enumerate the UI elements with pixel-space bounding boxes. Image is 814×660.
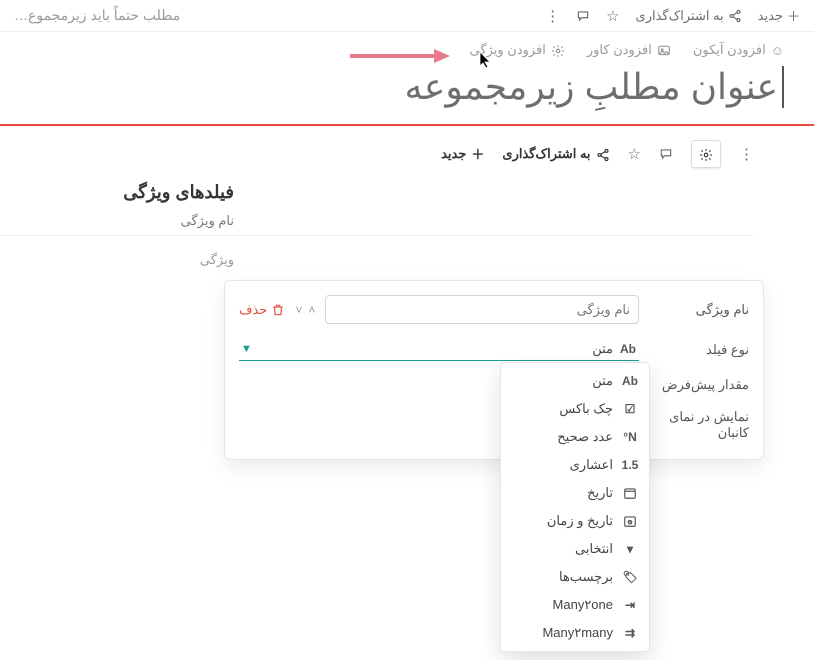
properties-panel: فیلدهای ویژگی نام ویژگی ویژگی bbox=[0, 182, 814, 268]
share-label-2: به اشتراک‌گذاری bbox=[502, 146, 590, 162]
property-name-heading: نام ویژگی bbox=[0, 213, 754, 236]
property-editor-card: نام ویژگی ˄ ˅ حذف نوع فیلد Ab متن ▼ مقدا… bbox=[224, 280, 764, 460]
field-type-option[interactable]: N°عدد صحیح bbox=[501, 423, 649, 451]
chevron-down-icon[interactable]: ˅ bbox=[295, 303, 302, 317]
plus-icon: ＋ bbox=[787, 6, 800, 25]
caret-down-icon: ▼ bbox=[241, 343, 252, 355]
gear-icon bbox=[551, 42, 565, 58]
kebab-icon[interactable]: ⋮ bbox=[545, 7, 560, 25]
section-title: فیلدهای ویژگی bbox=[0, 182, 754, 203]
integer-type-icon: N° bbox=[621, 430, 639, 444]
breadcrumb[interactable]: مطلب حتماً باید زیرمجموع… bbox=[14, 7, 180, 24]
add-cover-button[interactable]: افزودن کاور bbox=[587, 42, 671, 58]
field-type-option[interactable]: 1.5اعشاری bbox=[501, 451, 649, 479]
callout-arrow-icon bbox=[350, 46, 450, 69]
top-toolbar: مطلب حتماً باید زیرمجموع… ＋ جدید به اشتر… bbox=[0, 0, 814, 32]
share-icon bbox=[728, 8, 742, 24]
share-icon bbox=[596, 146, 610, 162]
property-sub-label: ویژگی bbox=[0, 252, 754, 268]
page-title[interactable]: عنوان مطلبِ زیرمجموعه bbox=[405, 66, 784, 108]
trash-icon bbox=[271, 302, 285, 318]
smile-icon: ☺ bbox=[771, 43, 784, 58]
field-type-dropdown: Abمتن ☑چک باکس N°عدد صحیح 1.5اعشاری تاری… bbox=[500, 362, 650, 652]
settings-toggle[interactable] bbox=[691, 140, 721, 168]
field-type-option[interactable]: تاریخ bbox=[501, 479, 649, 507]
decimal-type-icon: 1.5 bbox=[621, 458, 639, 472]
plus-icon: ＋ bbox=[471, 144, 484, 163]
star-icon[interactable]: ☆ bbox=[606, 7, 619, 25]
field-type-label: نوع فیلد bbox=[649, 342, 749, 358]
field-type-option[interactable]: ⇥Many۲one bbox=[501, 591, 649, 619]
secondary-toolbar: ＋ جدید به اشتراک‌گذاری ☆ ⋮ bbox=[0, 126, 814, 182]
header-area: ☺ افزودن آیکون افزودن کاور افزودن ویژگی … bbox=[0, 32, 814, 124]
default-value-label: مقدار پیش‌فرض bbox=[649, 377, 749, 393]
checkbox-type-icon: ☑ bbox=[621, 402, 639, 416]
field-type-option[interactable]: Abمتن bbox=[501, 367, 649, 395]
datetime-type-icon bbox=[621, 514, 639, 529]
date-type-icon bbox=[621, 486, 639, 501]
chevron-up-icon[interactable]: ˄ bbox=[308, 303, 315, 317]
text-type-icon: Ab bbox=[621, 374, 639, 388]
cursor-pointer-icon bbox=[478, 50, 494, 75]
delete-label: حذف bbox=[239, 302, 267, 318]
new-button-2[interactable]: ＋ جدید bbox=[441, 144, 484, 163]
share-button[interactable]: به اشتراک‌گذاری bbox=[636, 8, 742, 24]
select-type-icon: ▾ bbox=[621, 542, 639, 556]
field-type-option[interactable]: 🏷برچسب‌ها bbox=[501, 563, 649, 591]
star-icon-2[interactable]: ☆ bbox=[628, 145, 641, 163]
field-name-label: نام ویژگی bbox=[649, 302, 749, 318]
kebab-icon-2[interactable]: ⋮ bbox=[739, 145, 754, 163]
reorder-controls: ˄ ˅ bbox=[295, 303, 315, 317]
new-label-2: جدید bbox=[441, 146, 466, 162]
many2one-type-icon: ⇥ bbox=[621, 598, 639, 612]
add-cover-label: افزودن کاور bbox=[587, 42, 652, 58]
share-button-2[interactable]: به اشتراک‌گذاری bbox=[502, 146, 609, 162]
field-type-option[interactable]: ▾انتخابی bbox=[501, 535, 649, 563]
chat-icon-2[interactable] bbox=[659, 145, 673, 162]
add-icon-button[interactable]: ☺ افزودن آیکون bbox=[693, 42, 784, 58]
share-label: به اشتراک‌گذاری bbox=[636, 8, 724, 24]
tags-type-icon: 🏷 bbox=[621, 570, 639, 584]
new-button[interactable]: ＋ جدید bbox=[758, 6, 800, 25]
kanban-display-label: نمایش در نمای کانبان bbox=[639, 409, 749, 441]
many2many-type-icon: ⇉ bbox=[621, 626, 639, 640]
field-type-option[interactable]: تاریخ و زمان bbox=[501, 507, 649, 535]
delete-button[interactable]: حذف bbox=[239, 302, 285, 318]
image-icon bbox=[657, 42, 671, 58]
field-type-select[interactable]: Ab متن ▼ bbox=[239, 338, 639, 361]
text-type-icon: Ab bbox=[619, 342, 637, 356]
add-icon-label: افزودن آیکون bbox=[693, 42, 766, 58]
field-type-value: متن bbox=[592, 341, 613, 357]
field-name-input[interactable] bbox=[325, 295, 639, 324]
field-type-option[interactable]: ☑چک باکس bbox=[501, 395, 649, 423]
field-type-option[interactable]: ⇉Many۲many bbox=[501, 619, 649, 647]
chat-icon[interactable] bbox=[576, 7, 590, 24]
new-label: جدید bbox=[758, 8, 783, 24]
